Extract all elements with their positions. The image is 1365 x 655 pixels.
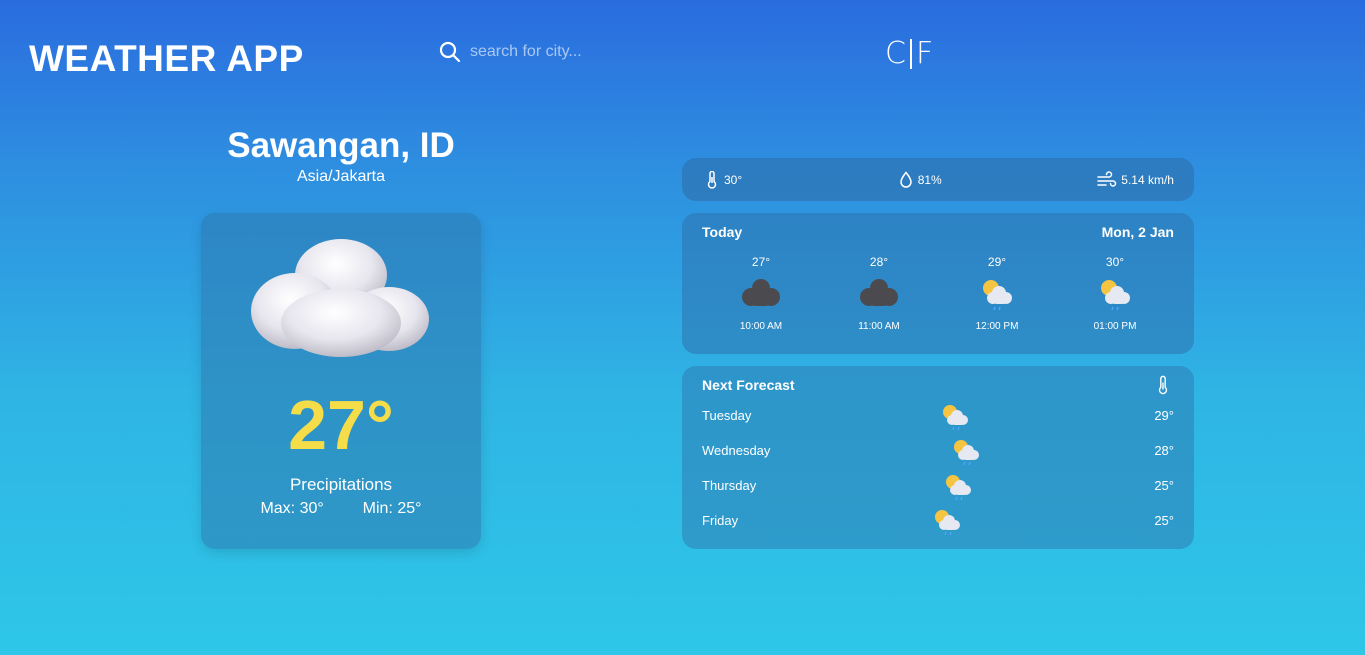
sun-rain-cloud-icon	[946, 475, 971, 501]
weather-condition: Precipitations	[289, 475, 393, 494]
hour-temp: 29°	[987, 255, 1007, 269]
hour-item: 27° 10:00 AM	[721, 255, 801, 332]
dark-cloud-icon	[742, 279, 780, 306]
current-temperature: 27°	[288, 386, 394, 464]
forecast-label: Next Forecast	[702, 377, 795, 393]
feels-like-value: 30°	[724, 172, 743, 187]
forecast-day: Friday	[702, 513, 739, 528]
sun-rain-cloud-icon	[954, 440, 979, 466]
hour-item: 30° 01:00 PM	[1075, 255, 1155, 332]
dark-cloud-icon	[860, 279, 898, 306]
search-icon[interactable]	[438, 40, 462, 64]
hour-time: 10:00 AM	[739, 321, 783, 332]
city-name: Sawangan, ID	[227, 126, 455, 165]
today-date: Mon, 2 Jan	[1101, 224, 1174, 240]
forecast-temp: 28°	[1154, 443, 1174, 458]
sun-rain-cloud-icon	[935, 510, 960, 536]
forecast-temp: 29°	[1154, 408, 1174, 423]
forecast-row: Thursday 25°	[702, 472, 1174, 501]
hour-time: 11:00 AM	[858, 321, 900, 332]
max-min-temps: Max: 30° Min: 25°	[201, 500, 481, 518]
next-forecast-card: Next Forecast Tuesday 29° Wednesday 28° …	[682, 366, 1194, 549]
hour-item: 28° 11:00 AM	[839, 255, 919, 332]
humidity-value: 81%	[917, 172, 942, 187]
humidity-stat: 81%	[898, 170, 942, 189]
wind-stat: 5.14 km/h	[1097, 170, 1174, 189]
celsius-button[interactable]: C	[885, 36, 906, 71]
sun-rain-cloud-icon	[983, 280, 1012, 311]
forecast-row: Friday 25°	[702, 507, 1174, 536]
min-temp: Min: 25°	[362, 500, 422, 517]
feels-like-stat: 30°	[704, 170, 743, 189]
droplet-icon	[899, 170, 912, 188]
forecast-day: Wednesday	[702, 443, 771, 458]
search-bar[interactable]	[438, 40, 670, 64]
current-weather-card: 27° Precipitations Max: 30° Min: 25°	[201, 213, 481, 549]
forecast-temp: 25°	[1154, 478, 1174, 493]
today-hourly-card: Today Mon, 2 Jan 27° 10:00 AM 28° 11:00 …	[682, 213, 1194, 354]
thermometer-icon	[1158, 375, 1168, 395]
today-label: Today	[702, 224, 743, 240]
app-title: WEATHER APP	[29, 38, 304, 79]
forecast-row: Tuesday 29°	[702, 402, 1174, 431]
unit-divider	[909, 38, 912, 69]
thermometer-icon	[707, 170, 717, 189]
hour-temp: 30°	[1105, 255, 1125, 269]
stats-bar: 30° 81% 5.14 km/h	[682, 158, 1194, 201]
forecast-day: Thursday	[702, 478, 757, 493]
forecast-temp: 25°	[1154, 513, 1174, 528]
fahrenheit-button[interactable]: F	[916, 36, 933, 71]
hour-time: 01:00 PM	[1093, 321, 1137, 332]
sun-rain-cloud-icon	[1101, 280, 1130, 311]
forecast-day: Tuesday	[702, 408, 752, 423]
unit-toggle: C F	[885, 36, 933, 71]
hour-temp: 27°	[751, 255, 771, 269]
search-input[interactable]	[470, 43, 670, 61]
max-temp: Max: 30°	[260, 500, 324, 517]
hour-item: 29° 12:00 PM	[957, 255, 1037, 332]
wind-value: 5.14 km/h	[1121, 172, 1174, 187]
timezone: Asia/Jakarta	[296, 168, 386, 185]
sun-rain-cloud-icon	[943, 405, 968, 431]
hour-temp: 28°	[869, 255, 889, 269]
hour-time: 12:00 PM	[975, 321, 1019, 332]
forecast-row: Wednesday 28°	[702, 437, 1174, 466]
cloud-icon	[251, 239, 429, 357]
wind-icon	[1097, 170, 1117, 187]
